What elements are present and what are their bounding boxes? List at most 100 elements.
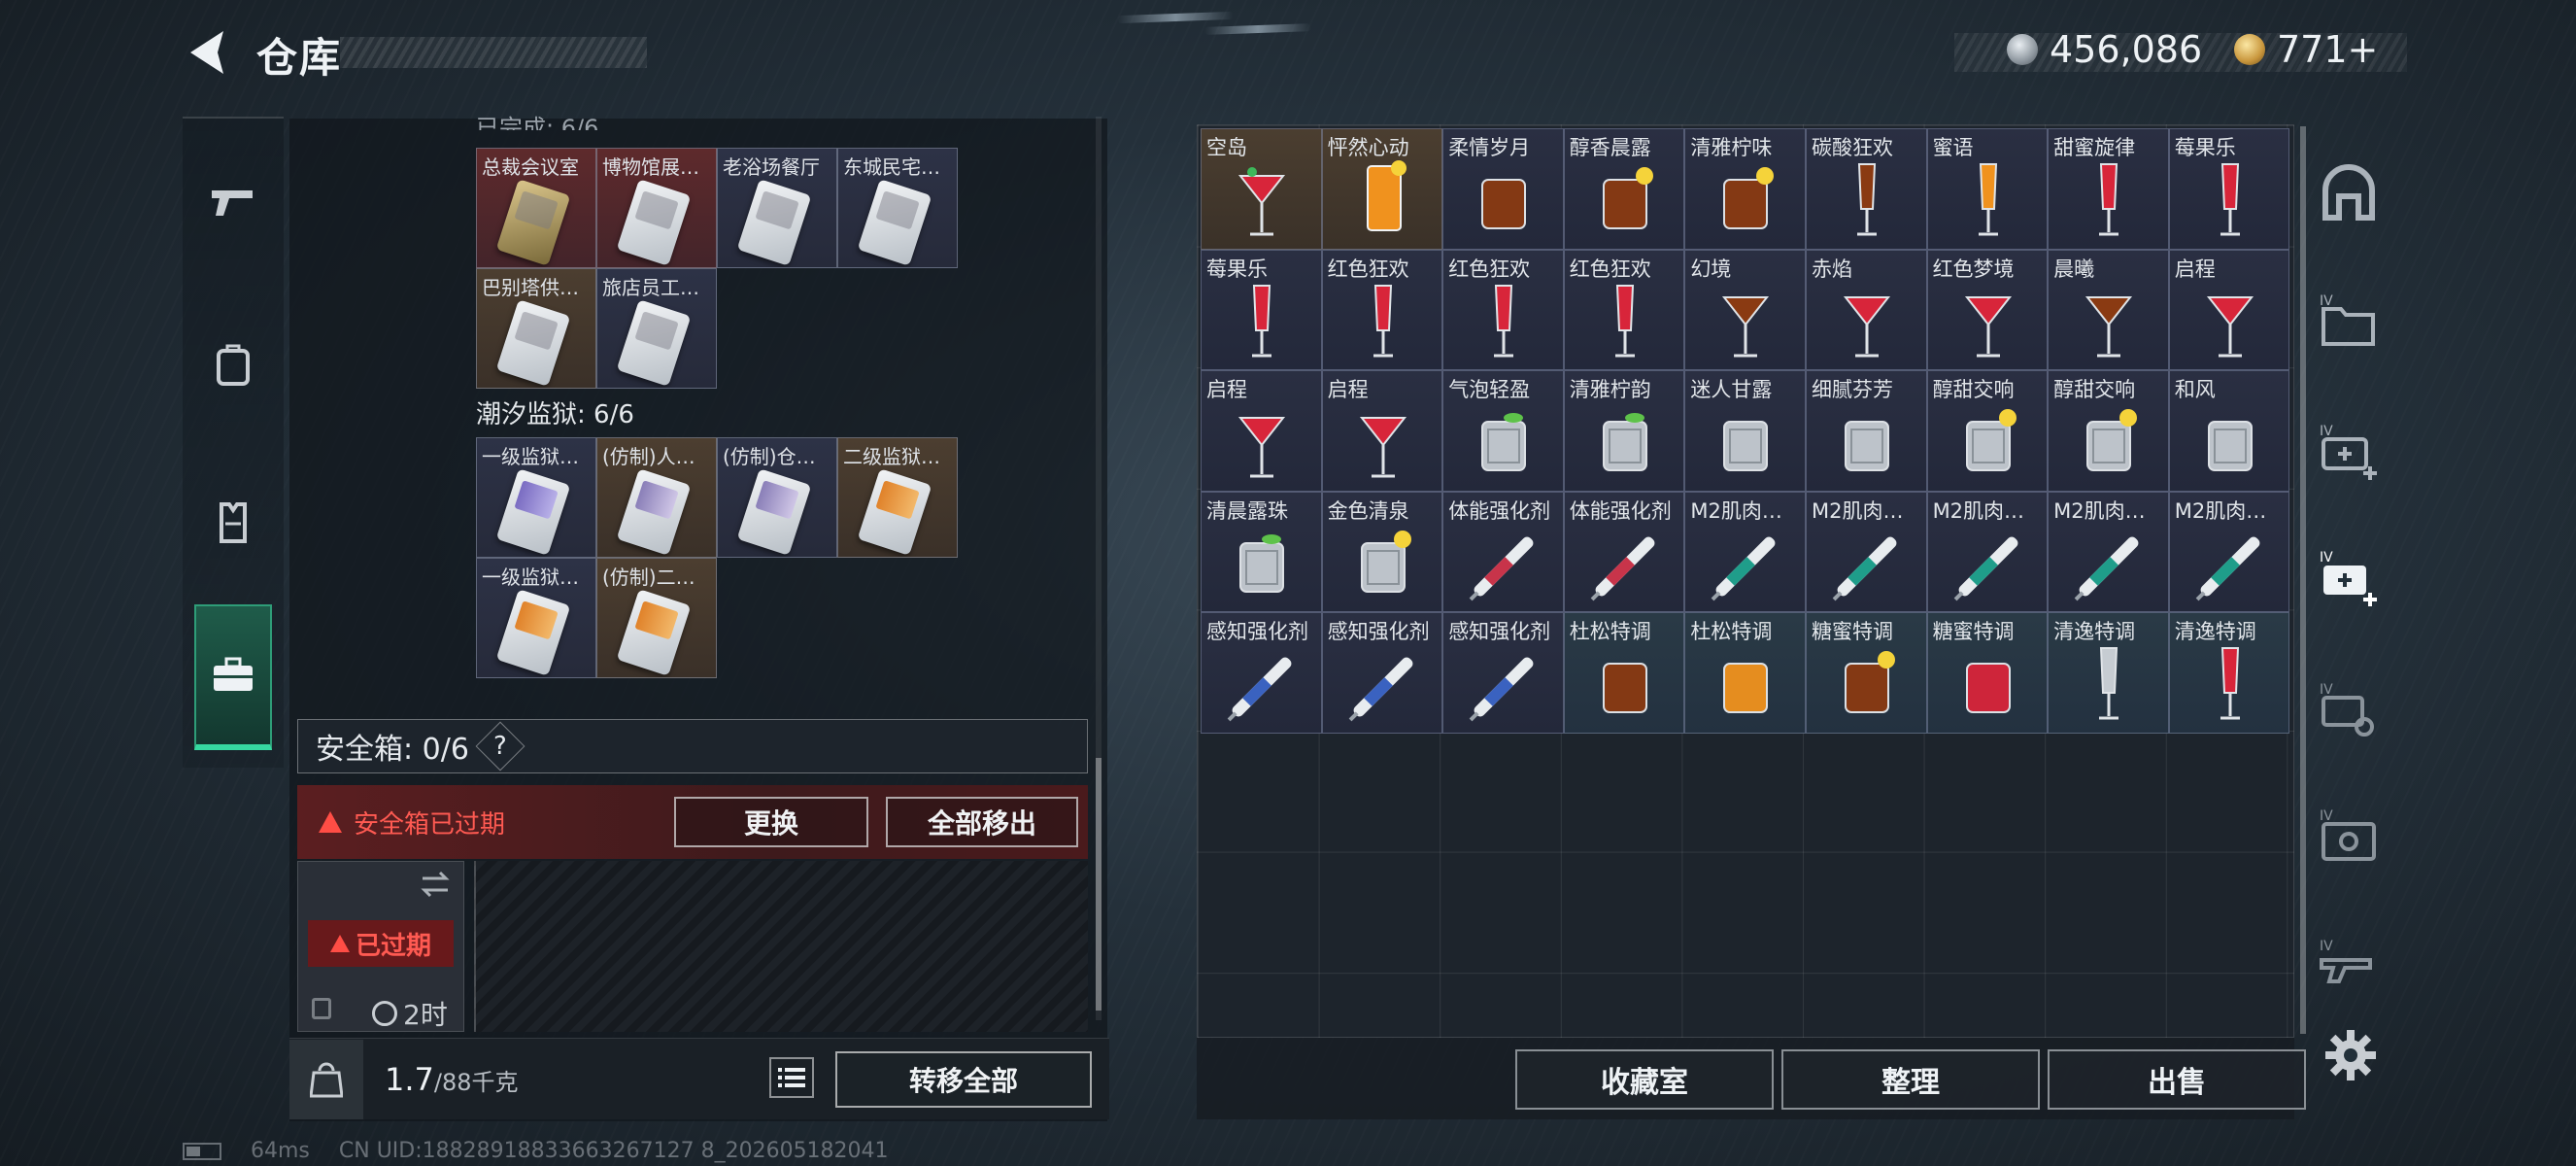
keycard-item[interactable]: 二级监狱… [837, 437, 958, 558]
transfer-all-button[interactable]: 转移全部 [835, 1051, 1092, 1108]
back-arrow-icon[interactable] [181, 25, 239, 80]
rocks-amber-lemon-icon [1723, 167, 1775, 229]
left-scrollbar[interactable] [1096, 117, 1102, 1020]
stash-item[interactable]: 空岛 [1201, 128, 1322, 250]
keycard-item[interactable]: 巴别塔供… [476, 268, 596, 389]
stash-item[interactable]: 红色狂欢 [1321, 249, 1443, 371]
stash-item[interactable]: 醇甜交响 [1926, 370, 2049, 492]
keycard-item[interactable]: 旅店员工… [596, 268, 717, 389]
stash-item[interactable]: 清逸特调 [2048, 612, 2169, 734]
item-label: 气泡轻盈 [1448, 378, 1531, 402]
sell-button[interactable]: 出售 [2048, 1049, 2306, 1110]
replace-button[interactable]: 更换 [674, 797, 868, 847]
martini-red-icon [1359, 417, 1407, 478]
tab-weapons[interactable] [198, 167, 268, 237]
remove-all-button[interactable]: 全部移出 [886, 797, 1078, 847]
medkit-add-iv-icon[interactable]: IV [2316, 418, 2382, 484]
stash-item[interactable]: M2肌肉… [2168, 491, 2290, 613]
rocks-red-icon [1965, 663, 2011, 714]
stash-item[interactable]: 启程 [1201, 370, 1322, 492]
stash-item[interactable]: 迷人甘露 [1684, 370, 1806, 492]
stash-item[interactable]: 糖蜜特调 [1926, 612, 2049, 734]
gold-currency[interactable]: 771+ [2234, 27, 2378, 72]
keycard-item[interactable]: 老浴场餐厅 [717, 148, 837, 268]
stash-item[interactable]: M2肌肉… [1805, 491, 1927, 613]
stash-item[interactable]: 红色梦境 [1926, 249, 2049, 371]
keycard-item[interactable]: 东城民宅… [837, 148, 958, 268]
stash-item[interactable]: 清逸特调 [2168, 612, 2290, 734]
stash-item[interactable]: 感知强化剂 [1442, 612, 1564, 734]
stash-item[interactable]: M2肌肉… [1684, 491, 1806, 613]
stash-item[interactable]: 启程 [2168, 249, 2290, 371]
stash-item[interactable]: 清雅柠味 [1684, 128, 1806, 250]
stash-item[interactable]: 幻境 [1684, 249, 1806, 371]
stash-item[interactable]: 醇香晨露 [1563, 128, 1685, 250]
stash-item[interactable]: 醇甜交响 [2048, 370, 2169, 492]
stash-item[interactable]: M2肌肉… [1926, 491, 2049, 613]
item-label: 幻境 [1690, 257, 1732, 281]
stash-item[interactable]: 晨曦 [2048, 249, 2169, 371]
stash-item[interactable]: 红色狂欢 [1563, 249, 1685, 371]
list-view-button[interactable] [769, 1057, 814, 1098]
glass-orange-icon [1366, 160, 1407, 231]
medkit-add-iv-active-icon[interactable]: IV [2316, 544, 2382, 610]
stash-item[interactable]: 体能强化剂 [1442, 491, 1564, 613]
stash-item[interactable]: 气泡轻盈 [1442, 370, 1564, 492]
stash-scrollbar[interactable] [2300, 126, 2306, 1034]
rocks-clear-icon [2207, 421, 2253, 472]
stash-item[interactable]: M2肌肉… [2048, 491, 2169, 613]
keycard-item[interactable]: 一级监狱… [476, 558, 596, 678]
keycard-item[interactable]: 博物馆展… [596, 148, 717, 268]
rocks-amber-lemon-icon [1844, 651, 1895, 714]
stash-item[interactable]: 蜜语 [1926, 128, 2049, 250]
stash-item[interactable]: 感知强化剂 [1321, 612, 1443, 734]
rocks-amber-lemon-icon [1602, 167, 1653, 229]
stash-item[interactable]: 赤焰 [1805, 249, 1927, 371]
flute-red-icon [2220, 163, 2240, 236]
stash-item[interactable]: 柔情岁月 [1442, 128, 1564, 250]
collection-room-button[interactable]: 收藏室 [1515, 1049, 1774, 1110]
item-label: 旅店员工… [602, 276, 699, 299]
stash-item[interactable]: 怦然心动 [1321, 128, 1443, 250]
injector-green-icon [2195, 536, 2260, 601]
keycard-item[interactable]: (仿制)人… [596, 437, 717, 558]
stash-item[interactable]: 清晨露珠 [1201, 491, 1322, 613]
folder-iv-icon[interactable]: IV [2316, 288, 2382, 354]
left-scrollbar-thumb[interactable] [1096, 758, 1102, 1011]
stash-item[interactable]: 清雅柠韵 [1563, 370, 1685, 492]
help-icon[interactable]: ? [475, 721, 525, 772]
dome-icon[interactable] [2316, 161, 2382, 227]
keycard-item[interactable]: 总裁会议室 [476, 148, 596, 268]
stash-item[interactable]: 杜松特调 [1563, 612, 1685, 734]
stash-item[interactable]: 莓果乐 [2168, 128, 2290, 250]
swap-icon[interactable] [419, 870, 452, 899]
stash-item[interactable]: 和风 [2168, 370, 2290, 492]
stash-item[interactable]: 碳酸狂欢 [1805, 128, 1927, 250]
stash-item[interactable]: 莓果乐 [1201, 249, 1322, 371]
gear-icon[interactable] [2323, 1028, 2378, 1082]
tab-vest[interactable] [198, 488, 268, 558]
key-iv-icon[interactable]: IV [2316, 676, 2382, 742]
keycard-item[interactable]: (仿制)二… [596, 558, 717, 678]
stash-item[interactable]: 感知强化剂 [1201, 612, 1322, 734]
organize-button[interactable]: 整理 [1781, 1049, 2040, 1110]
svg-text:IV: IV [2320, 550, 2333, 566]
stash-item[interactable]: 糖蜜特调 [1805, 612, 1927, 734]
stash-item[interactable]: 红色狂欢 [1442, 249, 1564, 371]
gun-iv-icon[interactable]: IV [2316, 933, 2382, 999]
item-label: 启程 [1327, 378, 1369, 402]
tab-briefcase[interactable] [194, 604, 272, 750]
stash-item[interactable]: 金色清泉 [1321, 491, 1443, 613]
safe-iv-icon[interactable]: IV [2316, 803, 2382, 869]
safebox-slot[interactable]: 已过期 2时 [297, 861, 464, 1032]
item-label: 老浴场餐厅 [723, 155, 820, 179]
stash-item[interactable]: 体能强化剂 [1563, 491, 1685, 613]
item-label: 杜松特调 [1690, 620, 1773, 644]
stash-item[interactable]: 启程 [1321, 370, 1443, 492]
tab-backpack[interactable] [198, 330, 268, 400]
stash-item[interactable]: 甜蜜旋律 [2048, 128, 2169, 250]
stash-item[interactable]: 细腻芬芳 [1805, 370, 1927, 492]
stash-item[interactable]: 杜松特调 [1684, 612, 1806, 734]
keycard-item[interactable]: (仿制)仓… [717, 437, 837, 558]
keycard-item[interactable]: 一级监狱… [476, 437, 596, 558]
